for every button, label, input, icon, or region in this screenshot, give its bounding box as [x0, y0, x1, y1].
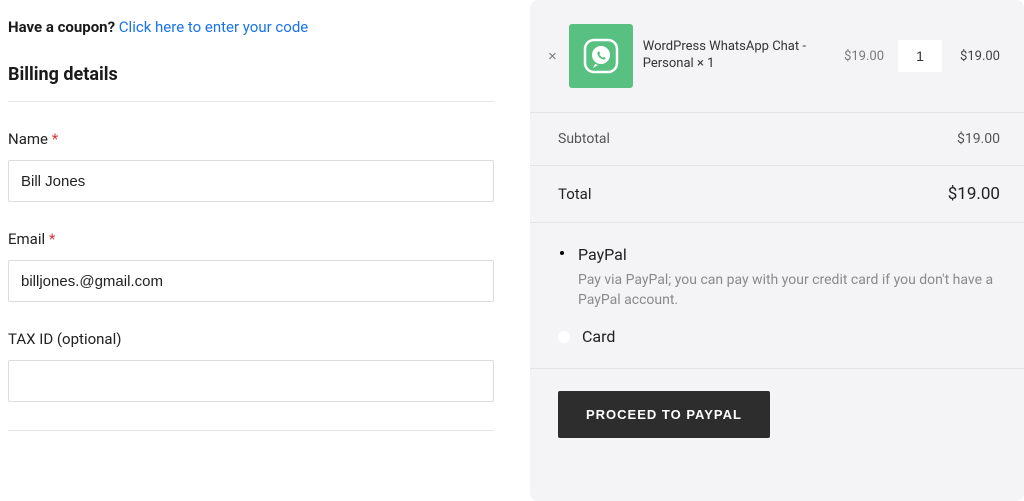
total-value: $19.00 [948, 184, 1000, 204]
payment-option-card[interactable]: Card [558, 327, 1000, 352]
email-input[interactable] [8, 260, 494, 302]
radio-unselected-icon [558, 331, 570, 343]
subtotal-row: Subtotal $19.00 [530, 112, 1024, 165]
name-input[interactable] [8, 160, 494, 202]
email-label-text: Email [8, 230, 45, 248]
name-label-text: Name [8, 130, 48, 148]
required-indicator: * [52, 130, 58, 148]
product-thumbnail [569, 24, 633, 88]
taxid-label: TAX ID (optional) [8, 330, 494, 348]
proceed-to-paypal-button[interactable]: PROCEED TO PAYPAL [558, 391, 770, 438]
taxid-input[interactable] [8, 360, 494, 402]
required-indicator: * [49, 230, 55, 248]
proceed-section: PROCEED TO PAYPAL [530, 368, 1024, 438]
billing-heading: Billing details [8, 64, 494, 102]
billing-column: Have a coupon? Click here to enter your … [0, 0, 510, 501]
remove-item-button[interactable]: × [548, 48, 557, 65]
order-summary-column: × WordPress WhatsApp Chat - Personal × 1… [530, 0, 1024, 501]
quantity-input[interactable] [898, 40, 942, 72]
paypal-desc: Pay via PayPal; you can pay with your cr… [578, 270, 1000, 311]
payment-methods: PayPal Pay via PayPal; you can pay with … [530, 222, 1024, 352]
name-label: Name * [8, 130, 494, 148]
billing-divider [8, 430, 494, 431]
payment-option-paypal[interactable]: PayPal Pay via PayPal; you can pay with … [558, 245, 1000, 311]
email-field-group: Email * [8, 230, 494, 302]
unit-price: $19.00 [844, 49, 884, 64]
coupon-link[interactable]: Click here to enter your code [119, 18, 308, 36]
product-name: WordPress WhatsApp Chat - Personal × 1 [643, 39, 830, 73]
name-field-group: Name * [8, 130, 494, 202]
taxid-field-group: TAX ID (optional) [8, 330, 494, 402]
radio-selected-icon [558, 249, 566, 257]
line-total: $19.00 [960, 49, 1000, 64]
card-title: Card [582, 327, 615, 346]
subtotal-value: $19.00 [957, 131, 1000, 147]
total-row: Total $19.00 [530, 165, 1024, 222]
coupon-line: Have a coupon? Click here to enter your … [8, 18, 494, 36]
total-label: Total [558, 185, 592, 203]
email-label: Email * [8, 230, 494, 248]
paypal-title: PayPal [578, 245, 1000, 264]
coupon-prompt: Have a coupon? [8, 18, 115, 36]
subtotal-label: Subtotal [558, 131, 610, 147]
cart-item-row: × WordPress WhatsApp Chat - Personal × 1… [530, 0, 1024, 112]
whatsapp-icon [579, 34, 623, 78]
